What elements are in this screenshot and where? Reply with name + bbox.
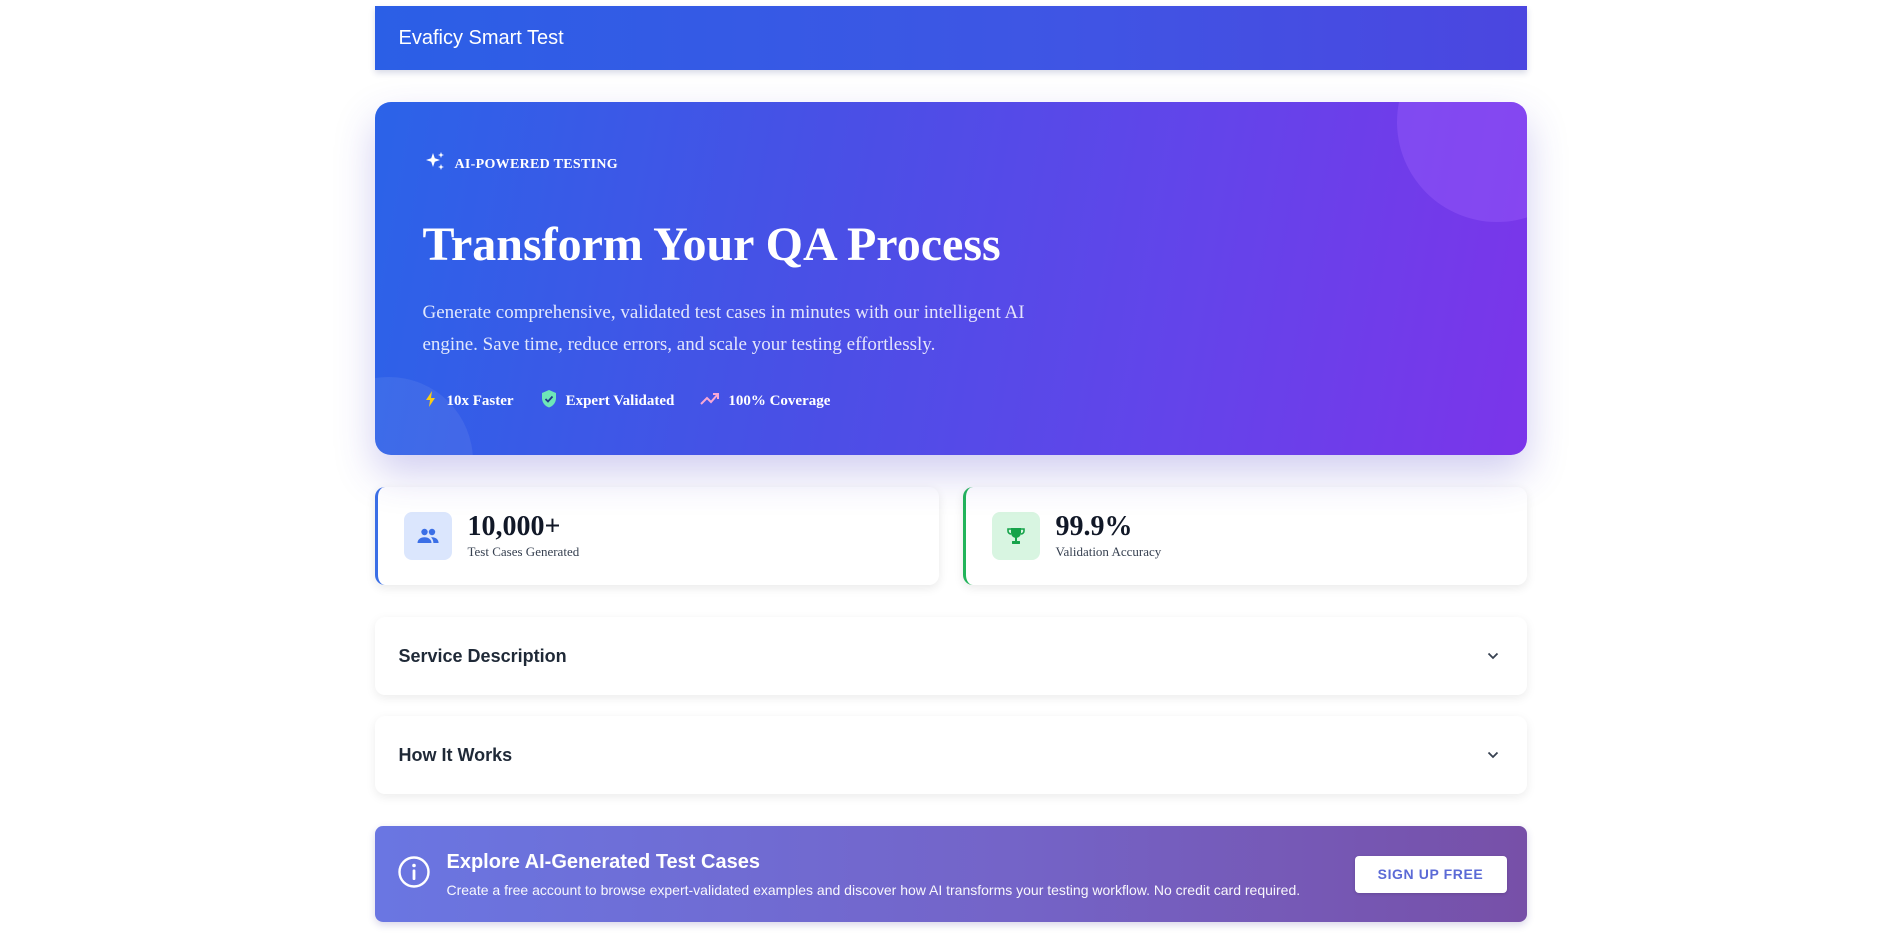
stat-label: Validation Accuracy — [1055, 544, 1162, 559]
stats-row: 10,000+ Test Cases Generated 99.9% Valid… — [374, 487, 1527, 585]
hero-eyebrow: AI-POWERED TESTING — [423, 150, 1479, 179]
sparkles-icon — [423, 150, 447, 179]
sign-up-free-button[interactable]: SIGN UP FREE — [1354, 855, 1507, 893]
chevron-down-icon[interactable] — [1487, 647, 1499, 665]
lightning-icon — [423, 390, 439, 413]
chevron-down-icon[interactable] — [1487, 746, 1499, 764]
stat-label: Test Cases Generated — [467, 544, 580, 559]
trending-up-icon — [700, 392, 720, 411]
feature-label: Expert Validated — [565, 393, 675, 409]
accordion-title: How It Works — [398, 744, 513, 765]
accordion-service-description[interactable]: Service Description — [374, 617, 1527, 695]
stat-value: 99.9% — [1055, 511, 1133, 542]
feature-label: 10x Faster — [446, 393, 514, 409]
hero-description: Generate comprehensive, validated test c… — [422, 302, 1025, 355]
feature-validated: Expert Validated — [540, 389, 675, 414]
hero-banner: AI-POWERED TESTING Transform Your QA Pro… — [374, 102, 1527, 455]
trophy-icon — [991, 512, 1040, 560]
feature-coverage: 100% Coverage — [700, 389, 830, 414]
feature-faster: 10x Faster — [423, 389, 514, 414]
hero-feature-list: 10x Faster Expert Validated 100% Coverag… — [423, 389, 1479, 414]
stat-card-test-cases: 10,000+ Test Cases Generated — [374, 487, 939, 585]
stat-value: 10,000+ — [467, 511, 561, 542]
stat-card-accuracy: 99.9% Validation Accuracy — [962, 487, 1527, 585]
feature-label: 100% Coverage — [728, 393, 831, 409]
users-icon — [403, 512, 452, 560]
page-container: Evaficy Smart Test AI-POWERED TESTING Tr… — [374, 0, 1527, 922]
hero-eyebrow-text: AI-POWERED TESTING — [454, 156, 618, 172]
hero-title: Transform Your QA Process — [422, 218, 1001, 271]
signup-banner-description: Create a free account to browse expert-v… — [446, 882, 1301, 898]
signup-banner-title: Explore AI-Generated Test Cases — [446, 851, 760, 873]
info-icon — [397, 855, 431, 894]
app-title[interactable]: Evaficy Smart Test — [399, 27, 564, 50]
accordion-how-it-works[interactable]: How It Works — [374, 716, 1527, 794]
app-header: Evaficy Smart Test — [374, 6, 1527, 70]
signup-banner: Explore AI-Generated Test Cases Create a… — [374, 826, 1527, 922]
accordion-title: Service Description — [398, 645, 567, 666]
shield-check-icon — [540, 389, 558, 414]
